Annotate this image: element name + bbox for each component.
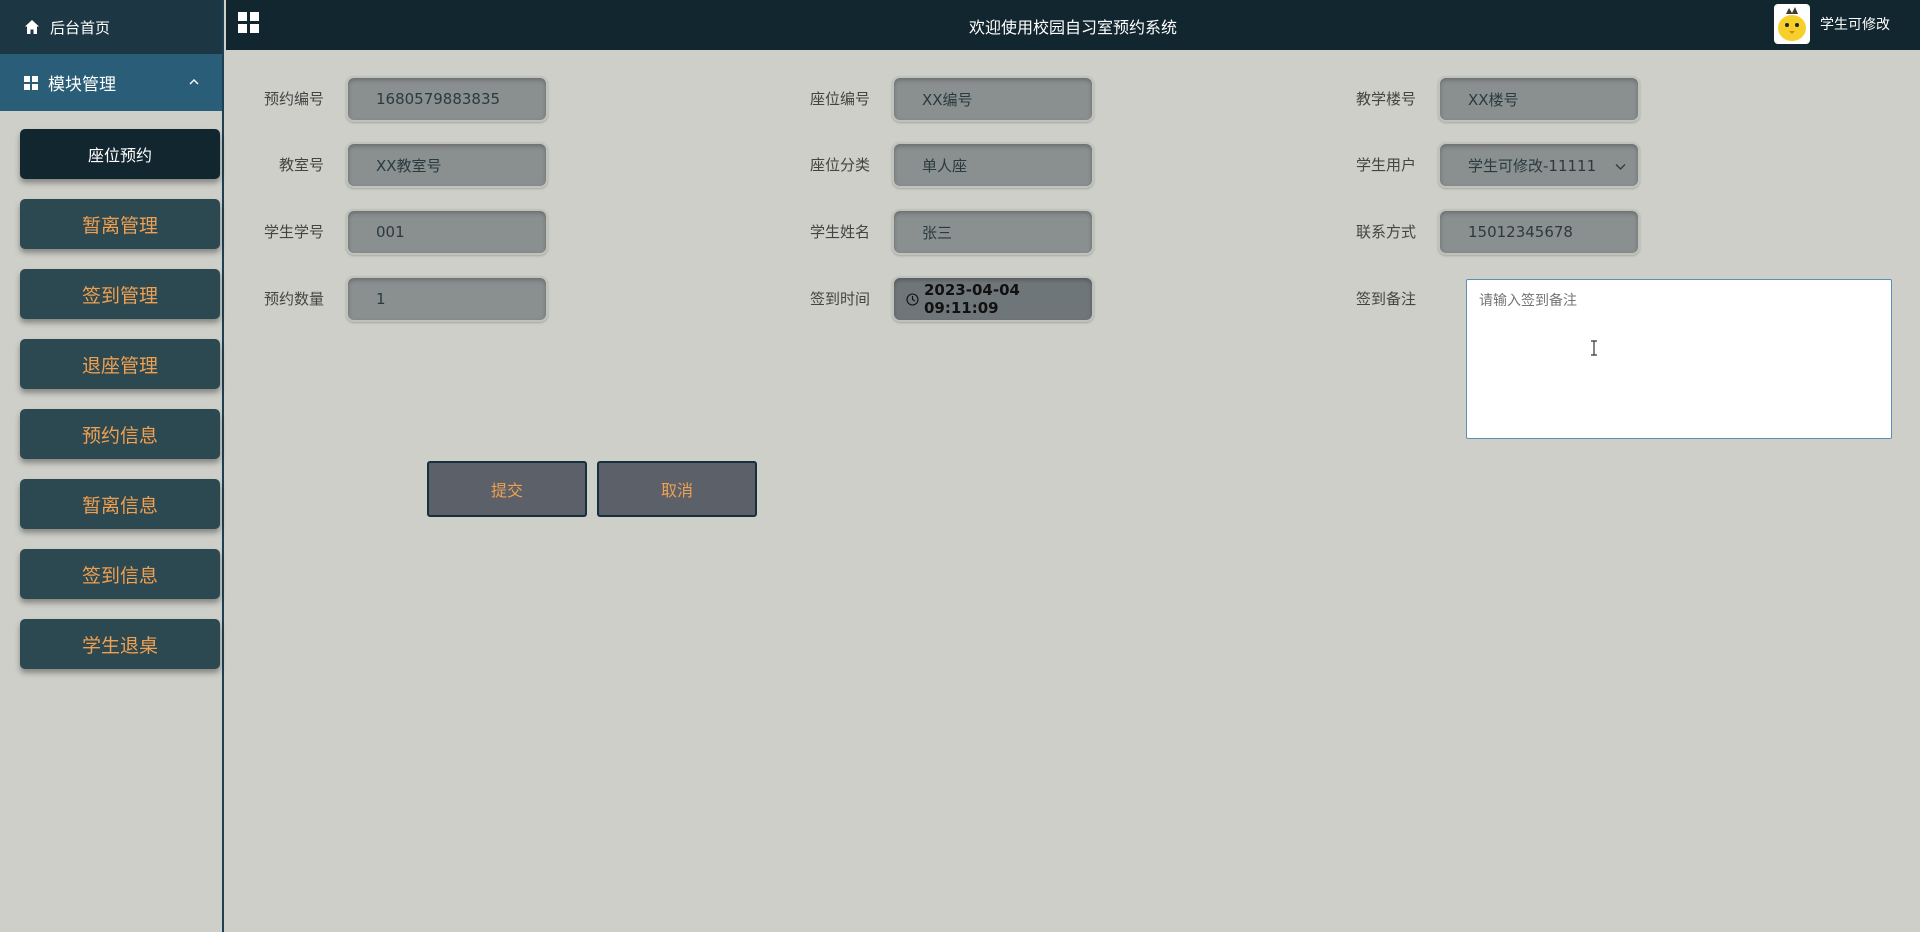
clock-icon: [906, 293, 919, 306]
user-name: 学生可修改: [1820, 17, 1890, 33]
field-classroom-no: 教室号 XX教室号: [226, 116, 548, 188]
contact-label: 联系方式: [1355, 223, 1416, 241]
checkin-time-value: 2023-04-04 09:11:09: [924, 281, 1020, 317]
booking-count-label: 预约数量: [263, 290, 324, 308]
booking-form: 预约编号 1680579883835 座位编号 XX编号 教学楼号 XX楼号 教…: [226, 50, 1920, 932]
field-checkin-note: 签到备注: [1318, 250, 1438, 309]
grid-menu-icon[interactable]: [238, 12, 260, 34]
sidebar-item-leave-info[interactable]: 暂离信息: [20, 479, 220, 529]
booking-count-input[interactable]: 1: [346, 276, 548, 322]
student-name-input[interactable]: 张三: [892, 209, 1094, 255]
classroom-no-input[interactable]: XX教室号: [346, 142, 548, 188]
classroom-no-label: 教室号: [278, 156, 324, 174]
checkin-time-label: 签到时间: [809, 290, 870, 308]
field-building-no: 教学楼号 XX楼号: [1318, 50, 1640, 122]
avatar: [1774, 4, 1810, 44]
text-cursor-icon: [1591, 340, 1597, 356]
sidebar: 后台首页 模块管理 座位预约 暂离管理 签到管理 退座管理 预约信息 暂离信息 …: [0, 0, 224, 932]
field-contact: 联系方式 15012345678: [1318, 183, 1640, 255]
home-link-label: 后台首页: [50, 18, 111, 37]
sidebar-item-seat-booking[interactable]: 座位预约: [20, 129, 220, 179]
sidebar-item-leave-manage[interactable]: 暂离管理: [20, 199, 220, 249]
student-id-input[interactable]: 001: [346, 209, 548, 255]
student-id-label: 学生学号: [263, 223, 324, 241]
sidebar-item-booking-info[interactable]: 预约信息: [20, 409, 220, 459]
chevron-up-icon: [189, 79, 199, 85]
cancel-button[interactable]: 取消: [597, 461, 757, 517]
topbar: 欢迎使用校园自习室预约系统 学生可修改: [226, 0, 1920, 50]
sidebar-item-return-seat-manage[interactable]: 退座管理: [20, 339, 220, 389]
checkin-note-label: 签到备注: [1355, 290, 1416, 308]
sidebar-menu: 座位预约 暂离管理 签到管理 退座管理 预约信息 暂离信息 签到信息 学生退桌: [0, 111, 222, 669]
booking-no-label: 预约编号: [263, 90, 324, 108]
seat-type-label: 座位分类: [809, 156, 870, 174]
student-user-label: 学生用户: [1355, 156, 1416, 174]
module-menu-label: 模块管理: [48, 75, 116, 95]
chick-avatar-icon: [1778, 7, 1806, 41]
checkin-time-picker[interactable]: 2023-04-04 09:11:09: [892, 276, 1094, 322]
field-checkin-time: 签到时间 2023-04-04 09:11:09: [772, 250, 1094, 322]
field-student-user: 学生用户 学生可修改-11111: [1318, 116, 1640, 188]
sidebar-item-checkin-info[interactable]: 签到信息: [20, 549, 220, 599]
home-icon: [25, 20, 39, 34]
field-seat-no: 座位编号 XX编号: [772, 50, 1094, 122]
sidebar-item-checkin-manage[interactable]: 签到管理: [20, 269, 220, 319]
field-booking-no: 预约编号 1680579883835: [226, 50, 548, 122]
field-booking-count: 预约数量 1: [226, 250, 548, 322]
seat-no-label: 座位编号: [809, 90, 870, 108]
seat-type-input[interactable]: 单人座: [892, 142, 1094, 188]
contact-input[interactable]: 15012345678: [1438, 209, 1640, 255]
checkin-note-textarea[interactable]: [1466, 279, 1892, 439]
field-seat-type: 座位分类 单人座: [772, 116, 1094, 188]
user-menu[interactable]: 学生可修改: [1774, 4, 1890, 44]
system-title: 欢迎使用校园自习室预约系统: [968, 18, 1177, 37]
student-user-select[interactable]: 学生可修改-11111: [1438, 142, 1640, 188]
building-no-label: 教学楼号: [1355, 90, 1416, 108]
module-menu-header[interactable]: 模块管理: [0, 54, 222, 111]
student-user-selected-value: 学生可修改-11111: [1468, 156, 1597, 175]
field-student-id: 学生学号 001: [226, 183, 548, 255]
submit-button[interactable]: 提交: [427, 461, 587, 517]
sidebar-item-student-return-desk[interactable]: 学生退桌: [20, 619, 220, 669]
home-link[interactable]: 后台首页: [0, 0, 222, 54]
field-student-name: 学生姓名 张三: [772, 183, 1094, 255]
grid-small-icon: [24, 75, 38, 90]
chevron-down-icon: [1615, 164, 1626, 170]
student-name-label: 学生姓名: [809, 223, 870, 241]
